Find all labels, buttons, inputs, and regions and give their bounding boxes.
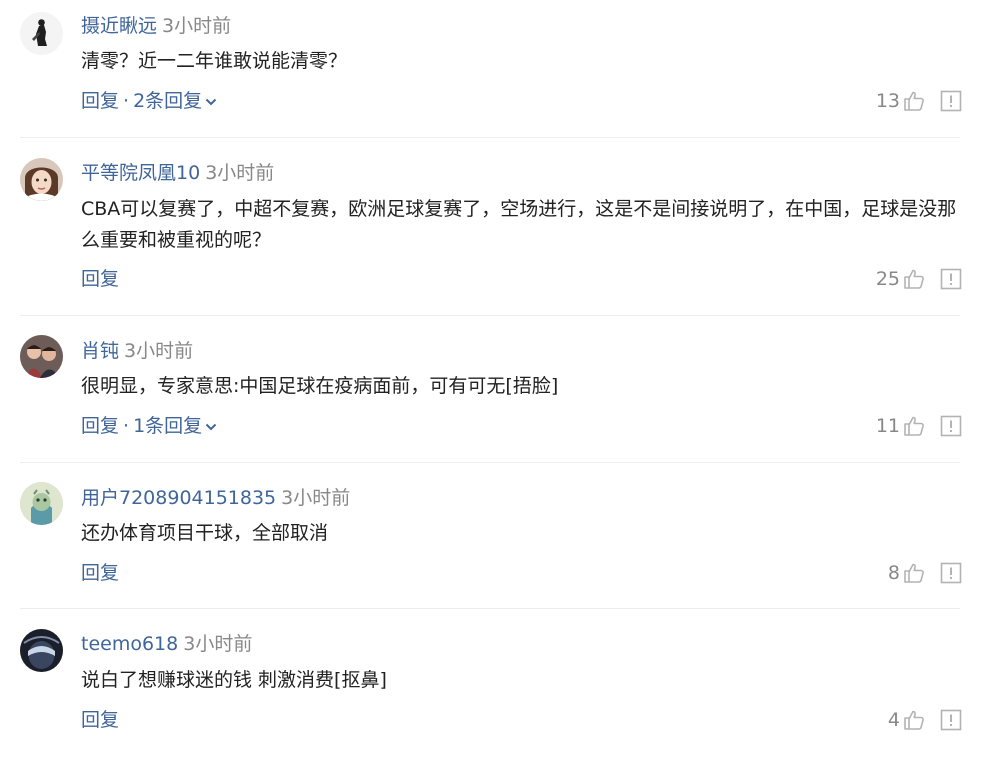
replies-count-label: 1条回复 bbox=[133, 415, 203, 437]
divider bbox=[20, 608, 960, 609]
comment-stats: 4 bbox=[888, 707, 962, 733]
reply-button[interactable]: 回复 bbox=[81, 709, 119, 731]
divider bbox=[20, 137, 960, 138]
view-replies-button[interactable]: 1条回复 bbox=[133, 415, 217, 437]
comment-actions: 回复 · 1条回复 bbox=[81, 413, 217, 439]
author-name[interactable]: teemo618 bbox=[81, 633, 178, 655]
author-name[interactable]: 平等院凤凰10 bbox=[81, 162, 200, 184]
comment-meta: 肖钝 3小时前 bbox=[81, 339, 193, 363]
report-icon[interactable] bbox=[940, 268, 962, 290]
divider bbox=[20, 462, 960, 463]
avatar[interactable] bbox=[20, 629, 63, 672]
report-icon[interactable] bbox=[940, 415, 962, 437]
chevron-down-icon bbox=[205, 422, 217, 432]
author-name[interactable]: 用户7208904151835 bbox=[81, 487, 276, 509]
reply-button[interactable]: 回复 bbox=[81, 415, 119, 437]
comment-time: 3小时前 bbox=[183, 633, 253, 655]
thumbs-up-icon[interactable] bbox=[902, 561, 926, 585]
comment-stats: 8 bbox=[888, 560, 962, 586]
thumbs-up-icon[interactable] bbox=[902, 267, 926, 291]
reply-button[interactable]: 回复 bbox=[81, 562, 119, 584]
separator-dot: · bbox=[123, 415, 130, 437]
comment-actions: 回复 · 2条回复 bbox=[81, 88, 217, 114]
comment-text: CBA可以复赛了，中超不复赛，欧洲足球复赛了，空场进行，这是不是间接说明了，在中… bbox=[81, 198, 957, 251]
thumbs-up-icon[interactable] bbox=[902, 414, 926, 438]
view-replies-button[interactable]: 2条回复 bbox=[133, 90, 217, 112]
comment-actions: 回复 bbox=[81, 266, 119, 292]
like-count: 4 bbox=[887, 709, 900, 731]
chevron-down-icon bbox=[205, 97, 217, 107]
avatar[interactable] bbox=[20, 482, 63, 525]
avatar[interactable] bbox=[20, 158, 63, 201]
comment-actions: 回复 bbox=[81, 560, 119, 586]
report-icon[interactable] bbox=[940, 562, 962, 584]
thumbs-up-icon[interactable] bbox=[902, 89, 926, 113]
like-count: 8 bbox=[887, 562, 900, 584]
report-icon[interactable] bbox=[940, 90, 962, 112]
comment-time: 3小时前 bbox=[162, 15, 232, 37]
comment-meta: 摄近瞅远 3小时前 bbox=[81, 14, 231, 38]
comment-time: 3小时前 bbox=[205, 162, 275, 184]
comment-text: 还办体育项目干球，全部取消 bbox=[81, 522, 329, 544]
comment-stats: 25 bbox=[876, 266, 962, 292]
comment-text: 清零？近一二年谁敢说能清零？ bbox=[81, 50, 348, 72]
comment-stats: 13 bbox=[876, 88, 962, 114]
divider bbox=[20, 315, 960, 316]
avatar[interactable] bbox=[20, 335, 63, 378]
comment-meta: 平等院凤凰10 3小时前 bbox=[81, 161, 274, 185]
author-name[interactable]: 摄近瞅远 bbox=[81, 15, 157, 37]
comment-text: 很明显，专家意思:中国足球在疫病面前，可有可无[捂脸] bbox=[81, 375, 559, 397]
reply-button[interactable]: 回复 bbox=[81, 268, 119, 290]
comment-meta: teemo618 3小时前 bbox=[81, 632, 252, 656]
comment-text: 说白了想赚球迷的钱 刺激消费[抠鼻] bbox=[81, 669, 387, 691]
replies-count-label: 2条回复 bbox=[133, 90, 203, 112]
comment-meta: 用户7208904151835 3小时前 bbox=[81, 486, 350, 510]
like-count: 25 bbox=[875, 268, 900, 290]
reply-button[interactable]: 回复 bbox=[81, 90, 119, 112]
author-name[interactable]: 肖钝 bbox=[81, 340, 119, 362]
comment-time: 3小时前 bbox=[281, 487, 351, 509]
report-icon[interactable] bbox=[940, 709, 962, 731]
comment-stats: 11 bbox=[876, 413, 962, 439]
avatar[interactable] bbox=[20, 12, 63, 55]
separator-dot: · bbox=[123, 90, 130, 112]
comment-actions: 回复 bbox=[81, 707, 119, 733]
thumbs-up-icon[interactable] bbox=[902, 708, 926, 732]
like-count: 11 bbox=[875, 415, 900, 437]
like-count: 13 bbox=[875, 90, 900, 112]
comment-time: 3小时前 bbox=[124, 340, 194, 362]
comment-list: 摄近瞅远 3小时前 清零？近一二年谁敢说能清零？ 回复 · 2条回复 13 平等… bbox=[0, 0, 1000, 762]
